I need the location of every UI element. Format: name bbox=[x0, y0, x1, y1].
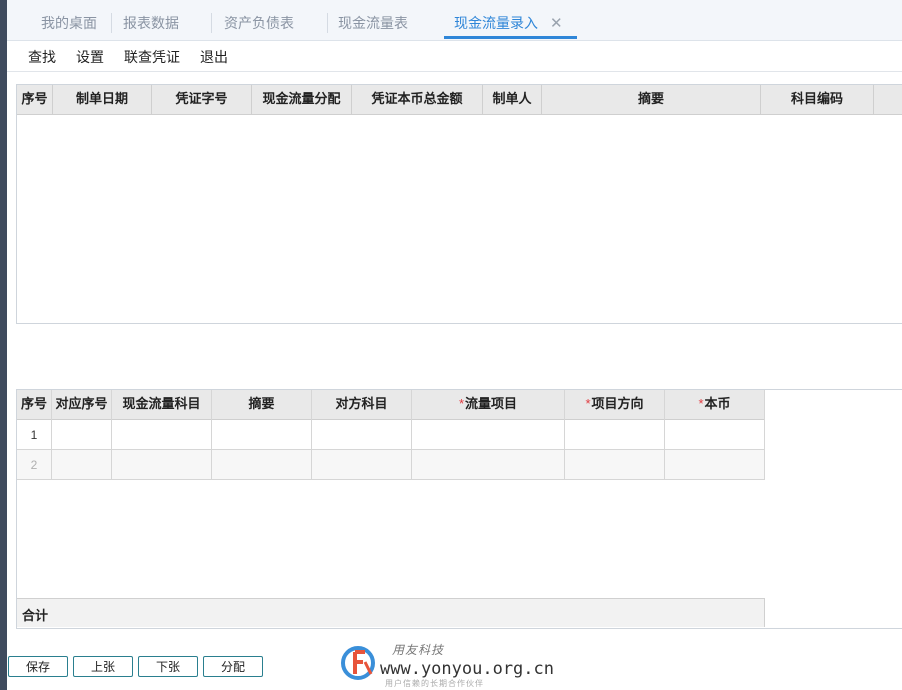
tab-cash-flow-entry[interactable]: 现金流量录入 ✕ bbox=[444, 0, 577, 40]
tab-bar: 我的桌面 报表数据 资产负债表 现金流量表 现金流量录入 ✕ bbox=[7, 0, 902, 41]
column-header[interactable]: 对方科目 bbox=[312, 390, 412, 420]
column-header[interactable]: 摘要 bbox=[542, 85, 761, 114]
table-cell[interactable] bbox=[665, 450, 765, 480]
required-marker: * bbox=[458, 396, 465, 411]
row-number: 1 bbox=[17, 420, 52, 450]
table-cell[interactable] bbox=[112, 420, 212, 450]
column-header[interactable]: 序号 bbox=[17, 85, 53, 114]
left-edge-bar bbox=[0, 0, 7, 690]
column-header[interactable]: 对应序号 bbox=[52, 390, 112, 420]
detail-grid[interactable]: 序号 对应序号 现金流量科目 摘要 对方科目 *流量项目 *项目方向 *本币 1… bbox=[16, 389, 902, 629]
tab-balance-sheet[interactable]: 资产负债表 bbox=[224, 0, 294, 40]
column-header[interactable]: 摘要 bbox=[212, 390, 312, 420]
column-header[interactable]: 序号 bbox=[17, 390, 52, 420]
column-header[interactable]: 制单人 bbox=[483, 85, 542, 114]
required-marker: * bbox=[698, 396, 704, 411]
watermark-subtitle: 用户信赖的长期合作伙伴 bbox=[385, 679, 484, 688]
column-header[interactable]: 凭证本币总金额 bbox=[352, 85, 483, 114]
table-cell[interactable] bbox=[565, 420, 665, 450]
prev-voucher-button[interactable]: 上张 bbox=[73, 656, 133, 677]
table-cell[interactable] bbox=[312, 450, 412, 480]
tab-label: 资产负债表 bbox=[224, 15, 294, 31]
column-header-required[interactable]: *流量项目 bbox=[412, 390, 565, 420]
column-header[interactable]: 凭证字号 bbox=[152, 85, 252, 114]
column-header-required[interactable]: *本币 bbox=[665, 390, 765, 420]
watermark-logo-icon bbox=[341, 646, 375, 680]
tab-cash-flow-statement[interactable]: 现金流量表 bbox=[338, 0, 408, 40]
table-cell[interactable] bbox=[665, 420, 765, 450]
next-voucher-button[interactable]: 下张 bbox=[138, 656, 198, 677]
active-tab-indicator bbox=[444, 36, 577, 39]
total-row: 合计 bbox=[17, 598, 765, 627]
voucher-grid-header: 序号 制单日期 凭证字号 现金流量分配 凭证本币总金额 制单人 摘要 科目编码 bbox=[17, 85, 902, 115]
watermark-title: 用友科技 bbox=[392, 643, 445, 657]
tab-label: 报表数据 bbox=[123, 15, 179, 31]
tab-label: 我的桌面 bbox=[41, 15, 97, 31]
detail-grid-header: 序号 对应序号 现金流量科目 摘要 对方科目 *流量项目 *项目方向 *本币 bbox=[17, 390, 765, 420]
required-marker: * bbox=[585, 396, 591, 411]
watermark-url: www.yonyou.org.cn bbox=[380, 659, 554, 679]
table-cell[interactable] bbox=[412, 450, 565, 480]
tab-divider bbox=[327, 13, 328, 33]
column-header-label: 项目方向 bbox=[591, 396, 644, 411]
table-cell[interactable] bbox=[52, 450, 112, 480]
tab-divider bbox=[111, 13, 112, 33]
find-button[interactable]: 查找 bbox=[28, 47, 56, 67]
column-header-required[interactable]: *项目方向 bbox=[565, 390, 665, 420]
column-header[interactable]: 现金流量科目 bbox=[112, 390, 212, 420]
tab-label: 现金流量录入 bbox=[454, 15, 538, 31]
column-header-label: 流量项目 bbox=[465, 396, 518, 411]
save-button[interactable]: 保存 bbox=[8, 656, 68, 677]
column-header[interactable]: 科目编码 bbox=[761, 85, 874, 114]
row-number: 2 bbox=[17, 450, 52, 480]
settings-button[interactable]: 设置 bbox=[76, 47, 104, 67]
voucher-grid[interactable]: 序号 制单日期 凭证字号 现金流量分配 凭证本币总金额 制单人 摘要 科目编码 bbox=[16, 84, 902, 324]
tab-divider bbox=[211, 13, 212, 33]
table-cell[interactable] bbox=[412, 420, 565, 450]
toolbar: 查找 设置 联查凭证 退出 bbox=[7, 41, 902, 72]
column-header[interactable]: 制单日期 bbox=[53, 85, 152, 114]
exit-button[interactable]: 退出 bbox=[200, 47, 228, 67]
tab-label: 现金流量表 bbox=[338, 15, 408, 31]
table-cell[interactable] bbox=[212, 450, 312, 480]
table-cell[interactable] bbox=[112, 450, 212, 480]
tab-desktop[interactable]: 我的桌面 bbox=[41, 0, 97, 40]
linked-voucher-button[interactable]: 联查凭证 bbox=[124, 47, 180, 67]
table-row[interactable]: 1 bbox=[17, 420, 765, 450]
column-header-label: 本币 bbox=[704, 396, 731, 411]
tab-report-data[interactable]: 报表数据 bbox=[123, 0, 179, 40]
table-cell[interactable] bbox=[212, 420, 312, 450]
column-header[interactable]: 现金流量分配 bbox=[252, 85, 352, 114]
total-label: 合计 bbox=[22, 608, 49, 623]
table-cell[interactable] bbox=[312, 420, 412, 450]
table-cell[interactable] bbox=[565, 450, 665, 480]
allocate-button[interactable]: 分配 bbox=[203, 656, 263, 677]
table-row[interactable]: 2 bbox=[17, 450, 765, 480]
table-cell[interactable] bbox=[52, 420, 112, 450]
